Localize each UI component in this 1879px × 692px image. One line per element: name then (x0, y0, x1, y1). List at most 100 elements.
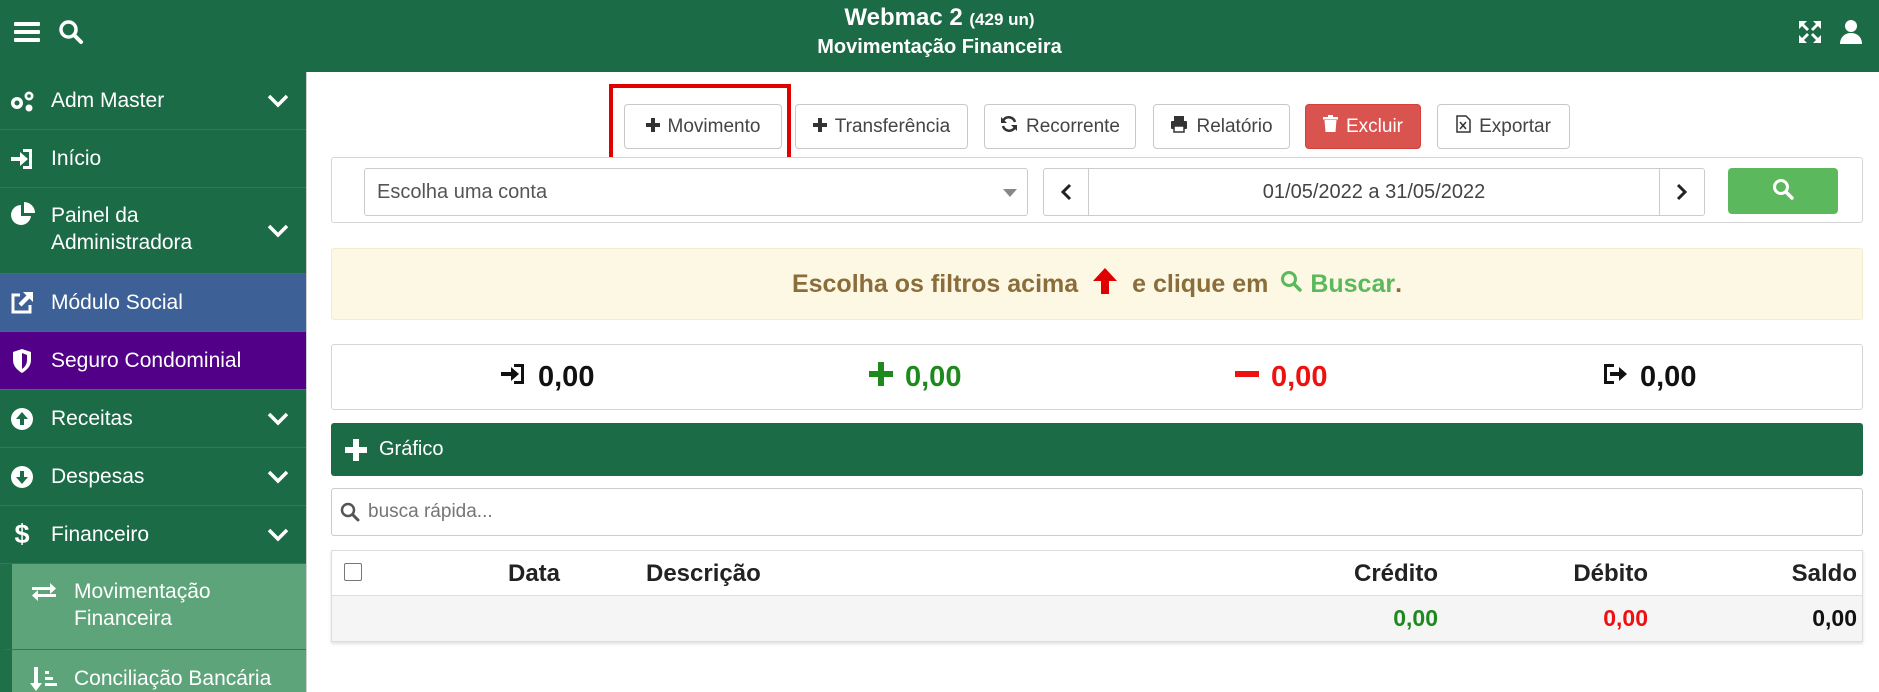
creditos-total: 0,00 (869, 345, 961, 409)
sidebar-item-inicio[interactable]: Início (0, 130, 306, 188)
alert-text-middle: e clique em (1132, 269, 1269, 298)
app-name: Webmac 2 (844, 4, 963, 31)
filter-hint-alert: Escolha os filtros acima e clique em Bus… (331, 248, 1863, 320)
plus-icon (812, 116, 827, 138)
alert-text-before: Escolha os filtros acima (791, 269, 1079, 298)
sidebar-item-despesas[interactable]: Despesas (0, 448, 306, 506)
sidebar-item-modulo-social[interactable]: Módulo Social (0, 274, 306, 332)
sidebar-item-label: Início (51, 147, 102, 170)
column-header-debito[interactable]: Débito (1573, 551, 1648, 596)
relatorio-label: Relatório (1196, 115, 1273, 137)
main-content: Movimento Transferência Recorrente Relat… (306, 72, 1879, 692)
chevron-down-icon (266, 523, 290, 547)
minus-icon (1235, 361, 1259, 394)
alert-text-after: . (1395, 269, 1403, 298)
arrow-up-icon (1090, 266, 1120, 303)
search-icon (1772, 178, 1794, 205)
quick-search-input[interactable] (368, 501, 1848, 523)
page-title: Movimentação Financeira (817, 36, 1062, 58)
unit-count: (429 un) (969, 10, 1035, 29)
date-range-input[interactable]: 01/05/2022 a 31/05/2022 (1089, 169, 1659, 215)
column-header-descricao[interactable]: Descrição (646, 551, 761, 596)
sidebar-item-label: Adm Master (51, 89, 165, 112)
chevron-down-icon (266, 219, 290, 243)
exchange-icon (30, 578, 58, 606)
filter-panel: Escolha uma conta 01/05/2022 a 31/05/202… (331, 157, 1863, 223)
dollar-icon: $ (14, 519, 30, 549)
debitos-total: 0,00 (1235, 345, 1327, 409)
saldo-final: 0,00 (1602, 345, 1696, 409)
print-icon (1170, 115, 1188, 139)
pie-chart-icon (8, 201, 36, 229)
sidebar: Adm Master Início Painel da Administrado… (0, 72, 306, 692)
sidebar-item-label: Módulo Social (51, 291, 183, 314)
debitos-value: 0,00 (1271, 360, 1328, 393)
column-header-data[interactable]: Data (508, 551, 560, 596)
expand-icon[interactable] (1795, 17, 1825, 47)
summary-panel: 0,00 0,00 0,00 0,00 (331, 344, 1863, 410)
select-all-checkbox[interactable] (344, 563, 362, 581)
exportar-button[interactable]: Exportar (1437, 104, 1570, 149)
sidebar-item-label: Financeiro (51, 523, 150, 546)
sidebar-item-receitas[interactable]: Receitas (0, 390, 306, 448)
exportar-label: Exportar (1479, 115, 1551, 137)
plus-icon (869, 361, 893, 394)
table-header: Data Descrição Crédito Débito Saldo (332, 551, 1862, 596)
caret-down-icon (1003, 189, 1017, 197)
saldo-inicial-value: 0,00 (538, 360, 595, 393)
refresh-icon (1000, 115, 1018, 139)
transferencia-label: Transferência (834, 115, 951, 137)
excluir-label: Excluir (1345, 115, 1403, 137)
account-select[interactable]: Escolha uma conta (364, 168, 1028, 216)
plus-icon (345, 438, 367, 461)
column-header-credito[interactable]: Crédito (1354, 551, 1438, 596)
sidebar-item-label: Seguro Condominial (51, 349, 242, 372)
sidebar-item-financeiro[interactable]: $ Financeiro (0, 506, 306, 564)
total-credito: 0,00 (1393, 605, 1438, 631)
sort-amount-icon (30, 665, 58, 692)
sidebar-item-label: Conciliação Bancária (74, 667, 272, 690)
alert-search-link: Buscar. (1280, 270, 1402, 299)
sign-in-icon (8, 145, 36, 173)
saldo-inicial: 0,00 (500, 345, 594, 409)
creditos-value: 0,00 (905, 360, 962, 393)
grafico-label: Gráfico (379, 438, 444, 460)
date-range-navigator: 01/05/2022 a 31/05/2022 (1043, 168, 1705, 216)
sign-out-icon (1602, 361, 1628, 394)
transactions-table: Data Descrição Crédito Débito Saldo 0,00… (331, 550, 1863, 642)
sign-in-icon (500, 361, 526, 394)
chevron-down-icon (266, 407, 290, 431)
search-button[interactable] (1728, 168, 1838, 214)
shield-icon (8, 347, 36, 375)
search-icon (340, 502, 360, 522)
sidebar-item-seguro[interactable]: Seguro Condominial (0, 332, 306, 390)
arrow-circle-up-icon (8, 405, 36, 433)
chevron-down-icon (266, 89, 290, 113)
excluir-button[interactable]: Excluir (1305, 104, 1421, 149)
sidebar-item-label: Painel da Administradora (51, 204, 193, 254)
next-period-button[interactable] (1659, 169, 1704, 215)
app-title: Webmac 2 (429 un) (0, 4, 1879, 32)
sidebar-item-label: Despesas (51, 465, 145, 488)
relatorio-button[interactable]: Relatório (1153, 104, 1290, 149)
recorrente-button[interactable]: Recorrente (984, 104, 1136, 149)
total-debito: 0,00 (1603, 605, 1648, 631)
alert-link-label: Buscar (1310, 269, 1396, 298)
column-header-saldo[interactable]: Saldo (1792, 551, 1857, 596)
sidebar-item-adm-master[interactable]: Adm Master (0, 72, 306, 130)
sidebar-item-conciliacao[interactable]: Conciliação Bancária (0, 650, 306, 692)
file-excel-icon (1456, 114, 1471, 139)
transferencia-button[interactable]: Transferência (795, 104, 968, 149)
gears-icon (8, 87, 36, 115)
account-select-placeholder: Escolha uma conta (377, 180, 548, 203)
sidebar-item-painel[interactable]: Painel da Administradora (0, 188, 306, 274)
trash-icon (1322, 115, 1338, 138)
sidebar-item-movimentacao[interactable]: Movimentação Financeira (0, 564, 306, 650)
user-icon[interactable] (1836, 17, 1866, 47)
previous-period-button[interactable] (1044, 169, 1089, 215)
grafico-toggle[interactable]: Gráfico (331, 423, 1863, 476)
saldo-final-value: 0,00 (1640, 360, 1697, 393)
top-bar: Webmac 2 (429 un) Movimentação Financeir… (0, 0, 1879, 72)
sidebar-item-label: Receitas (51, 407, 133, 430)
sidebar-item-label: Movimentação Financeira (74, 580, 211, 630)
